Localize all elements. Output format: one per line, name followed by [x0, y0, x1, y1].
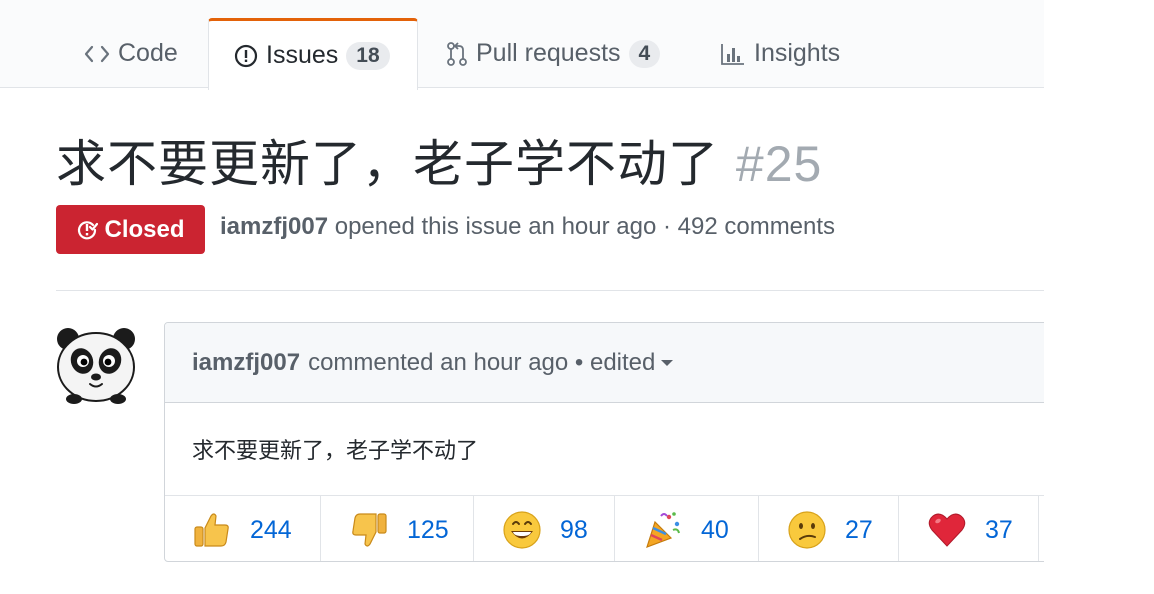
reaction-thumbs-down[interactable]: 125	[321, 496, 474, 561]
comment-header: iamzfj007 commented an hour ago • edited	[165, 323, 1063, 403]
laugh-icon	[502, 510, 542, 550]
page-margin	[1044, 0, 1154, 594]
issue-title: 求不要更新了，老子学不动了 #25	[56, 124, 822, 196]
tab-label: Insights	[754, 39, 841, 67]
reaction-laugh[interactable]: 98	[474, 496, 615, 561]
reaction-count: 244	[250, 515, 292, 544]
tab-pull-requests[interactable]: Pull requests 4	[446, 18, 661, 89]
reaction-hooray[interactable]: 40	[615, 496, 759, 561]
graph-icon	[720, 42, 746, 66]
issue-author-link[interactable]: iamzfj007	[220, 213, 328, 240]
tab-label: Code	[118, 39, 178, 67]
code-icon	[84, 44, 110, 64]
issue-meta: iamzfj007 opened this issue an hour ago …	[220, 213, 835, 241]
comment-author-link[interactable]: iamzfj007	[192, 349, 300, 377]
heart-icon	[927, 510, 967, 550]
reaction-count: 40	[701, 515, 729, 544]
chevron-down-icon[interactable]	[661, 359, 674, 366]
tab-label: Pull requests	[476, 39, 621, 67]
tab-label: Issues	[266, 41, 339, 69]
hooray-icon	[643, 510, 683, 550]
reaction-thumbs-up[interactable]: 244	[165, 496, 321, 561]
issue-title-text: 求不要更新了，老子学不动了	[56, 135, 719, 193]
tab-issues[interactable]: Issues 18	[208, 18, 418, 90]
issue-closed-icon	[78, 220, 99, 239]
comment: iamzfj007 commented an hour ago • edited…	[164, 322, 1064, 562]
issue-number: #25	[735, 136, 823, 192]
issue-opened-icon	[234, 44, 258, 68]
thumbs-down-icon	[349, 510, 389, 550]
reaction-count: 125	[407, 515, 449, 544]
reaction-count: 98	[560, 515, 588, 544]
repo-nav-tabs: Code Issues 18 Pull requests 4 Insights	[0, 0, 1044, 90]
reaction-confused[interactable]: 27	[759, 496, 899, 561]
git-pull-request-icon	[446, 41, 468, 67]
reaction-count: 37	[985, 515, 1013, 544]
reaction-count: 27	[845, 515, 873, 544]
tab-insights[interactable]: Insights	[720, 18, 840, 89]
reactions-bar: 244 125 98 40 27 37	[165, 495, 1063, 561]
state-badge: Closed	[56, 205, 205, 254]
tab-code[interactable]: Code	[84, 18, 178, 89]
reaction-heart[interactable]: 37	[899, 496, 1039, 561]
issue-meta-text: opened this issue an hour ago · 492 comm…	[334, 213, 836, 240]
header-divider	[56, 290, 1044, 291]
state-label: Closed	[104, 215, 185, 243]
thumbs-up-icon	[192, 510, 232, 550]
comment-header-text[interactable]: commented an hour ago • edited	[308, 349, 655, 377]
issues-counter: 18	[346, 41, 390, 70]
pulls-counter: 4	[628, 39, 661, 68]
comment-body-text: 求不要更新了，老子学不动了	[192, 439, 479, 464]
confused-icon	[787, 510, 827, 550]
comment-body: 求不要更新了，老子学不动了	[165, 403, 1063, 495]
panda-avatar[interactable]	[54, 325, 138, 405]
issue-page: Code Issues 18 Pull requests 4 Insights …	[0, 0, 1064, 594]
